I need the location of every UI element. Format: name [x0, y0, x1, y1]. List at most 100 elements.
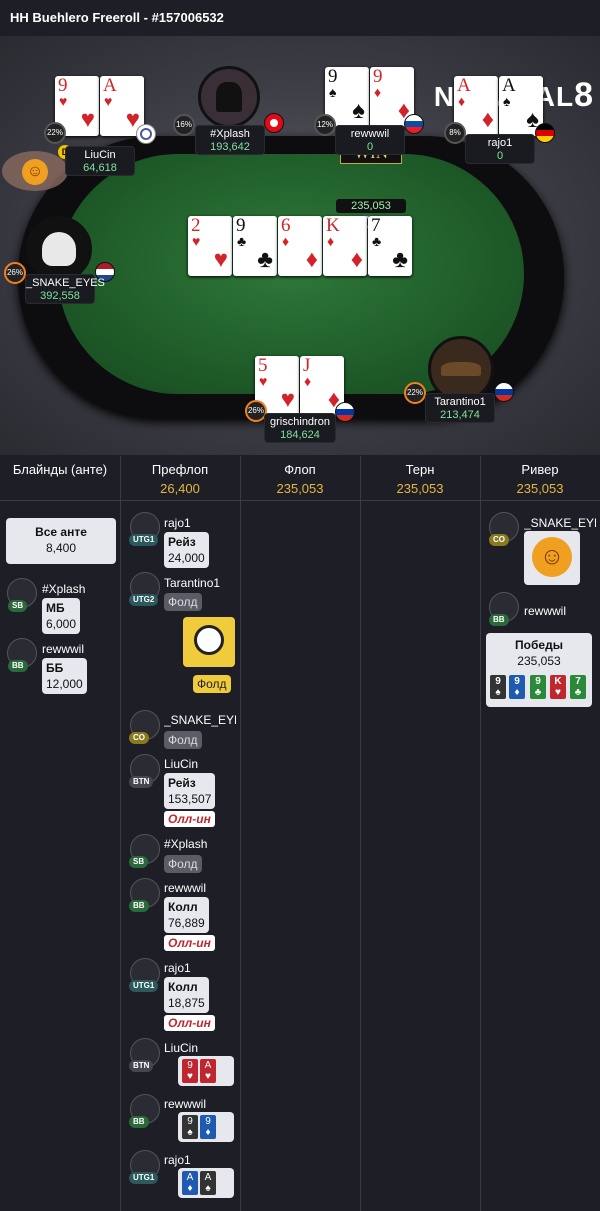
fold-label: Фолд: [164, 731, 202, 749]
avatar-icon: [216, 82, 242, 112]
fold-label: Фолд: [164, 855, 202, 873]
timeout-fold-label: Фолд: [193, 675, 231, 693]
mini-card: 9 ♠: [490, 675, 506, 699]
player-avatar: [26, 216, 92, 282]
shown-cards: A ♦ A ♠: [178, 1168, 234, 1198]
column-divider: [120, 456, 121, 1211]
player-name: #Xplash: [164, 837, 208, 851]
player-name: rajo1: [164, 1153, 191, 1167]
mini-card: 7 ♣: [570, 675, 586, 699]
action-bubble: МБ 6,000: [42, 598, 81, 634]
player-plate: _SNAKE_EYES 392,558: [25, 274, 105, 304]
mini-card: 9 ♠: [182, 1115, 198, 1139]
column-divider: [480, 456, 481, 1211]
equity-badge: 26%: [4, 262, 26, 284]
player-plate: rewwwil 0: [335, 125, 405, 155]
skull-icon: [42, 232, 76, 266]
action-bubble: Рейз 153,507: [164, 773, 216, 809]
flag-icon: [136, 124, 156, 144]
equity-badge: 16%: [173, 114, 195, 136]
window-title: HH Buehlero Freeroll - #157006532: [10, 10, 224, 25]
column-divider: [360, 456, 361, 1211]
player-name: _SNAKE_EYES: [164, 713, 236, 727]
alarm-clock-icon: [194, 625, 224, 655]
board-card: 2 ♥ ♥: [188, 216, 232, 276]
player-name: rajo1: [164, 961, 191, 975]
player-name: #Xplash: [42, 582, 86, 596]
player-plate: grischindron 184,624: [264, 413, 336, 443]
header-divider: [0, 500, 600, 501]
allin-label: Олл-ин: [164, 1015, 215, 1031]
position-badge: UTG1: [129, 1172, 159, 1184]
position-badge: BTN: [129, 1060, 154, 1072]
flag-icon: [404, 114, 424, 134]
position-badge: BB: [489, 614, 509, 626]
equity-badge: 8%: [444, 122, 466, 144]
allin-label: Олл-ин: [164, 935, 215, 951]
winner-box: Победы 235,053 9 ♠ 9 ♦ 9 ♣ K ♥ 7 ♣: [486, 633, 592, 707]
action-bubble: Колл 76,889: [164, 897, 209, 933]
street-header-flop: Флоп 235,053: [276, 462, 324, 496]
player-name: rajo1: [164, 516, 191, 530]
position-badge: SB: [129, 856, 149, 868]
flag-icon: [494, 382, 514, 402]
poker-table-scene: NATURAL8 ☺ 9♥♥ A♥♥ 22% D LiuCin64,618 16…: [0, 36, 600, 455]
fold-label: Фолд: [164, 593, 202, 611]
position-badge: BTN: [129, 776, 154, 788]
position-badge: SB: [8, 600, 28, 612]
emoji-icon: ☺: [22, 159, 48, 185]
mini-card: A ♦: [182, 1171, 198, 1195]
board-card: K ♦ ♦: [323, 216, 367, 276]
timeout-box: [183, 617, 235, 667]
flag-icon: [264, 113, 284, 133]
flag-icon: [335, 402, 355, 422]
equity-badge: 22%: [404, 382, 426, 404]
action-bubble: Колл 18,875: [164, 977, 209, 1013]
player-plate: LiuCin 64,618: [65, 146, 135, 176]
mini-card: 9 ♦: [200, 1115, 216, 1139]
action-bubble: Рейз 24,000: [164, 532, 209, 568]
cowboy-icon: [441, 362, 481, 376]
player-plate: rajo1 0: [465, 134, 535, 164]
player-name: _SNAKE_EYES: [524, 516, 596, 530]
player-name: rewwwil: [164, 1097, 206, 1111]
position-badge: BB: [129, 900, 149, 912]
street-header-turn: Терн 235,053: [396, 462, 444, 496]
mini-card: 9 ♣: [530, 675, 546, 699]
emoji-icon: ☺: [532, 537, 572, 577]
emoji-box: ☺: [524, 531, 580, 585]
mini-card: K ♥: [550, 675, 566, 699]
action-bubble: ББ 12,000: [42, 658, 87, 694]
player-name: LiuCin: [164, 757, 199, 771]
position-badge: BB: [8, 660, 28, 672]
position-badge: CO: [129, 732, 149, 744]
player-avatar: [198, 66, 260, 128]
pot-amount: 235,053: [336, 199, 406, 213]
board-card: 6 ♦ ♦: [278, 216, 322, 276]
position-badge: UTG1: [129, 980, 159, 992]
mini-card: A ♥: [200, 1059, 216, 1083]
equity-badge: 22%: [44, 122, 66, 144]
board-card: 9 ♣ ♣: [233, 216, 277, 276]
street-header-river: Ривер 235,053: [516, 462, 564, 496]
shown-cards: 9 ♥ A ♥: [178, 1056, 234, 1086]
equity-badge: 12%: [314, 114, 336, 136]
board-card: 7 ♣ ♣: [368, 216, 412, 276]
player-name: Tarantino1: [164, 576, 221, 590]
mini-card: 9 ♥: [182, 1059, 198, 1083]
player-name: LiuCin: [164, 1041, 199, 1055]
street-header-blinds: Блайнды (анте): [12, 462, 108, 477]
player-name: rewwwil: [164, 881, 206, 895]
player-plate: #Xplash 193,642: [195, 125, 265, 155]
player-name: rewwwil: [42, 642, 84, 656]
column-divider: [240, 456, 241, 1211]
player-name: rewwwil: [524, 604, 566, 618]
flag-icon: [535, 123, 555, 143]
position-badge: BB: [129, 1116, 149, 1128]
position-badge: UTG1: [129, 534, 159, 546]
allin-label: Олл-ин: [164, 811, 215, 827]
mini-card: 9 ♦: [509, 675, 525, 699]
street-header-preflop: Префлоп 26,400: [151, 462, 209, 496]
ante-box: Все анте 8,400: [6, 518, 116, 564]
player-plate: Tarantino1 213,474: [425, 393, 495, 423]
